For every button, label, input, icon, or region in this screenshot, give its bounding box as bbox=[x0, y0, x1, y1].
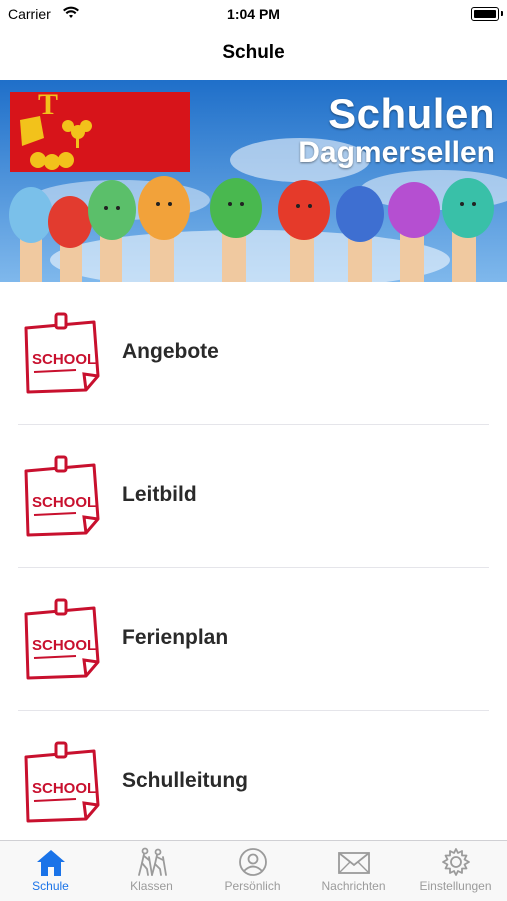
person-circle-icon bbox=[238, 848, 267, 876]
tab-persoenlich[interactable]: Persönlich bbox=[202, 841, 303, 901]
tab-bar: Schule Klassen Persönlich Nachrichten Ei… bbox=[0, 840, 507, 901]
battery-icon bbox=[471, 7, 503, 21]
tab-label: Klassen bbox=[130, 879, 173, 893]
list-item-label: Leitbild bbox=[122, 483, 197, 506]
navigation-bar: Schule bbox=[0, 28, 507, 78]
tab-label: Nachrichten bbox=[321, 879, 386, 893]
header-banner: T Schulen Dagmersellen bbox=[0, 80, 507, 282]
list-item-ferienplan[interactable]: SCHOOL Ferienplan bbox=[0, 568, 507, 711]
envelope-icon bbox=[337, 852, 370, 874]
svg-text:SCHOOL: SCHOOL bbox=[32, 780, 96, 797]
banner-subtitle: Dagmersellen bbox=[298, 136, 495, 169]
school-note-icon: SCHOOL bbox=[20, 741, 102, 830]
list-item-schulleitung[interactable]: SCHOOL Schulleitung bbox=[0, 711, 507, 841]
list-item-label: Schulleitung bbox=[122, 769, 248, 792]
banner-title: Schulen bbox=[328, 90, 495, 137]
gear-icon bbox=[441, 848, 470, 876]
svg-text:SCHOOL: SCHOOL bbox=[32, 637, 96, 654]
tab-einstellungen[interactable]: Einstellungen bbox=[404, 841, 507, 901]
tab-nachrichten[interactable]: Nachrichten bbox=[303, 841, 404, 901]
school-note-icon: SCHOOL bbox=[20, 312, 102, 401]
clock: 1:04 PM bbox=[227, 6, 280, 22]
list-item-angebote[interactable]: SCHOOL Angebote bbox=[0, 282, 507, 425]
tab-klassen[interactable]: Klassen bbox=[101, 841, 202, 901]
tab-schule[interactable]: Schule bbox=[0, 841, 101, 901]
page-title: Schule bbox=[222, 42, 285, 63]
tab-label: Persönlich bbox=[224, 879, 281, 893]
tab-label: Schule bbox=[32, 879, 69, 893]
hiking-people-icon bbox=[137, 847, 167, 876]
svg-text:SCHOOL: SCHOOL bbox=[32, 351, 96, 368]
school-note-icon: SCHOOL bbox=[20, 455, 102, 544]
list-item-leitbild[interactable]: SCHOOL Leitbild bbox=[0, 425, 507, 568]
status-bar: Carrier 1:04 PM bbox=[0, 0, 507, 28]
svg-text:T: T bbox=[38, 88, 58, 121]
school-note-icon: SCHOOL bbox=[20, 598, 102, 687]
list-item-label: Ferienplan bbox=[122, 626, 229, 649]
house-icon bbox=[36, 850, 65, 876]
svg-text:SCHOOL: SCHOOL bbox=[32, 494, 96, 511]
list-item-label: Angebote bbox=[122, 340, 219, 363]
menu-list: SCHOOL Angebote SCHOOL Leitbild SCHOOL F… bbox=[0, 282, 507, 841]
tab-label: Einstellungen bbox=[419, 879, 492, 893]
